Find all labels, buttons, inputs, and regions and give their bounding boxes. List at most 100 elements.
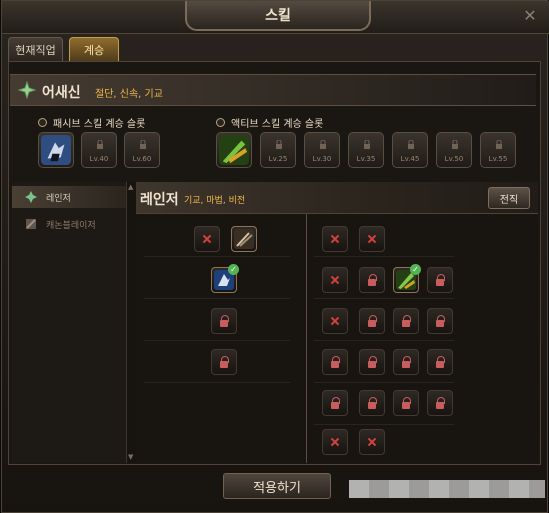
- lock-icon: [368, 279, 376, 286]
- lock-icon: [368, 402, 376, 409]
- slot-level-label: Lv.40: [89, 155, 109, 163]
- active-slot-7[interactable]: Lv.55: [480, 132, 516, 168]
- slot-level-label: Lv.60: [132, 155, 152, 163]
- passive-slot-2[interactable]: Lv.40: [81, 132, 117, 168]
- job-header: 레인저 기교, 마법, 비전 전직: [136, 182, 538, 214]
- job-title: 레인저: [140, 192, 179, 208]
- active-slots-label: 액티브 스킬 계승 슬롯: [216, 115, 323, 130]
- scroll-down-icon[interactable]: ▼: [128, 454, 135, 461]
- active-slots-text: 액티브 스킬 계승 슬롯: [231, 119, 324, 130]
- locked-skill-cell: [427, 349, 453, 375]
- locked-skill-cell: [393, 390, 419, 416]
- active-slot-1[interactable]: [216, 132, 252, 168]
- row-divider: [144, 340, 290, 341]
- lock-icon: [436, 402, 444, 409]
- lock-icon: [436, 361, 444, 368]
- job-skill-panel: 레인저 기교, 마법, 비전 전직 ✓ ✓: [136, 182, 538, 463]
- close-icon[interactable]: ✕: [519, 4, 541, 26]
- locked-skill-cell: [359, 390, 385, 416]
- blocked-skill-cell: [194, 226, 220, 252]
- passive-skill-icon: [41, 135, 71, 165]
- sidebar-item-ranger[interactable]: 레인저: [12, 186, 128, 208]
- locked-skill-cell: [211, 349, 237, 375]
- apply-button[interactable]: 적용하기: [223, 473, 331, 499]
- lock-icon: [408, 140, 414, 149]
- lock-icon: [402, 320, 410, 327]
- check-icon: ✓: [410, 264, 421, 275]
- lock-icon: [276, 140, 282, 149]
- passive-slots-label: 패시브 스킬 계승 슬롯: [38, 115, 145, 130]
- passive-slot-1[interactable]: [38, 132, 74, 168]
- slot-level-label: Lv.50: [444, 155, 464, 163]
- row-divider: [314, 424, 454, 425]
- blocked-skill-cell: [359, 429, 385, 455]
- locked-skill-cell: [359, 308, 385, 334]
- row-divider: [144, 256, 290, 257]
- arrow-skill-icon: [234, 229, 254, 249]
- sidebar-item-cannon-blazer[interactable]: 캐논블레이저: [12, 213, 128, 235]
- blocked-skill-cell: [322, 226, 348, 252]
- radio-icon[interactable]: [216, 118, 225, 127]
- slot-level-label: Lv.35: [356, 155, 376, 163]
- lock-icon: [220, 361, 228, 368]
- active-slot-2[interactable]: Lv.25: [260, 132, 296, 168]
- blocked-skill-cell: [322, 308, 348, 334]
- lock-icon: [496, 140, 502, 149]
- slot-level-label: Lv.30: [312, 155, 332, 163]
- class-name: 어새신: [42, 85, 81, 101]
- blurred-watermark: [349, 480, 545, 498]
- job-tags: 기교, 마법, 비전: [184, 196, 246, 206]
- grid-divider: [306, 214, 307, 463]
- row-divider: [144, 298, 290, 299]
- skill-cell[interactable]: [231, 226, 257, 252]
- skill-cell-learned[interactable]: ✓: [211, 264, 239, 293]
- scroll-up-icon[interactable]: ▲: [128, 184, 135, 191]
- locked-skill-cell: [393, 349, 419, 375]
- blocked-skill-cell: [322, 429, 348, 455]
- radio-icon[interactable]: [38, 118, 47, 127]
- blocked-skill-cell: [359, 226, 385, 252]
- row-divider: [314, 256, 454, 257]
- sidebar-scrollbar[interactable]: ▲ ▼: [126, 182, 136, 463]
- active-slot-4[interactable]: Lv.35: [348, 132, 384, 168]
- blocked-skill-cell: [322, 267, 348, 293]
- tab-inheritance[interactable]: 계승: [69, 37, 119, 61]
- lock-icon: [331, 361, 339, 368]
- row-divider: [314, 298, 454, 299]
- row-divider: [144, 382, 290, 383]
- lock-icon: [320, 140, 326, 149]
- active-slot-5[interactable]: Lv.45: [392, 132, 428, 168]
- lock-icon: [331, 402, 339, 409]
- lock-icon: [364, 140, 370, 149]
- locked-skill-cell: [322, 390, 348, 416]
- locked-skill-cell: [427, 308, 453, 334]
- locked-skill-cell: [427, 267, 453, 293]
- sidebar-item-label: 레인저: [46, 193, 71, 204]
- passive-slots-text: 패시브 스킬 계승 슬롯: [53, 119, 146, 130]
- active-slot-6[interactable]: Lv.50: [436, 132, 472, 168]
- ranger-icon: [25, 191, 37, 203]
- tab-current-job[interactable]: 현재직업: [8, 37, 63, 61]
- locked-skill-cell: [359, 349, 385, 375]
- lock-icon: [402, 402, 410, 409]
- title-bar: 스킬 ✕: [2, 1, 549, 34]
- locked-skill-cell: [359, 267, 385, 293]
- window-title: 스킬: [185, 1, 371, 31]
- locked-skill-cell: [322, 349, 348, 375]
- skill-cell-learned[interactable]: ✓: [393, 264, 421, 293]
- sidebar-item-label: 캐논블레이저: [46, 220, 96, 231]
- lock-icon: [368, 320, 376, 327]
- slot-level-label: Lv.25: [268, 155, 288, 163]
- lock-icon: [140, 140, 146, 149]
- passive-slot-3[interactable]: Lv.60: [124, 132, 160, 168]
- active-slot-3[interactable]: Lv.30: [304, 132, 340, 168]
- lock-icon: [368, 361, 376, 368]
- class-tags: 절단, 신속, 기교: [95, 89, 163, 100]
- locked-skill-cell: [427, 390, 453, 416]
- transfer-button[interactable]: 전직: [488, 187, 530, 209]
- active-skill-icon: [219, 135, 249, 165]
- skill-window: 스킬 ✕ 현재직업 계승 어새신 절단, 신속, 기교 패시브 스킬 계승 슬롯…: [1, 0, 549, 513]
- job-sidebar: 레인저 캐논블레이저 ▲ ▼: [12, 182, 136, 463]
- locked-skill-cell: [393, 308, 419, 334]
- row-divider: [314, 382, 454, 383]
